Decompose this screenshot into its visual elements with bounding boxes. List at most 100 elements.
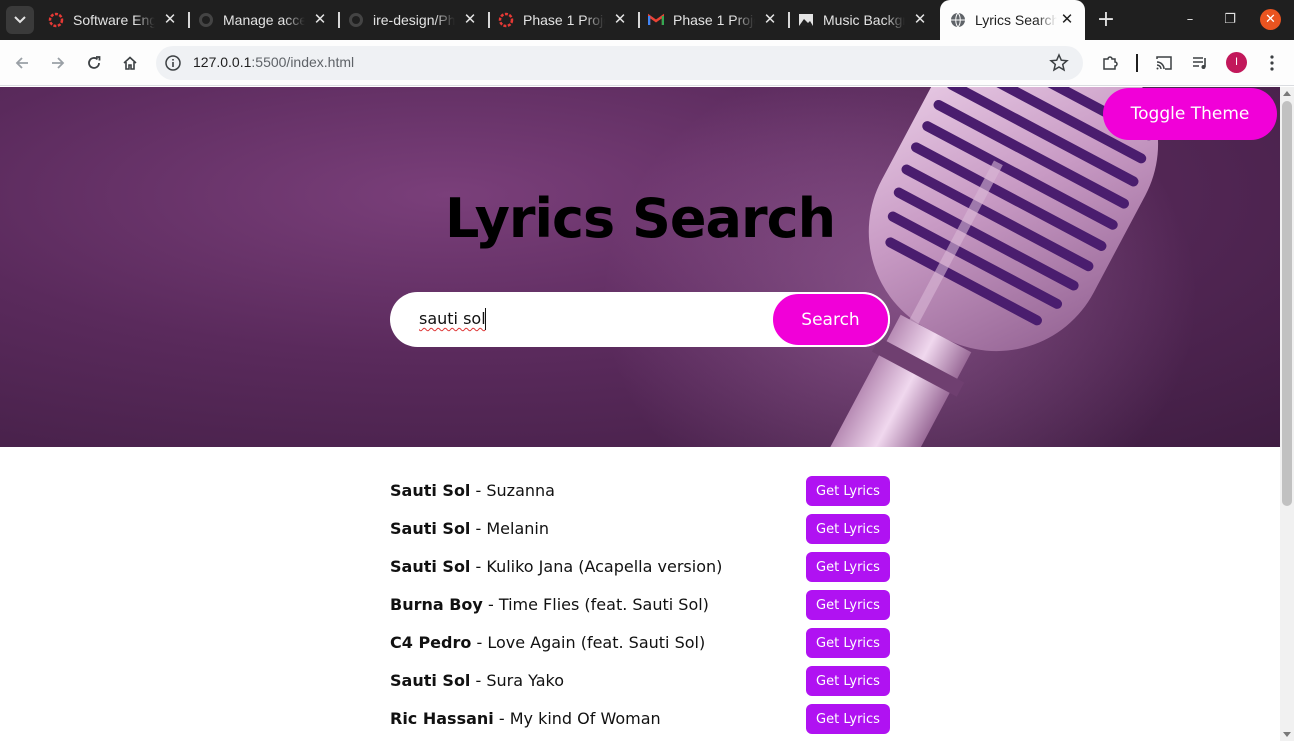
search-input-value: sauti sol xyxy=(419,309,486,328)
hero-banner: Toggle Theme Lyrics Search sauti sol Sea… xyxy=(0,87,1280,447)
result-song-text: C4 Pedro - Love Again (feat. Sauti Sol) xyxy=(390,633,705,652)
get-lyrics-button[interactable]: Get Lyrics xyxy=(806,628,890,658)
tab-separator xyxy=(338,12,340,28)
result-artist: Sauti Sol xyxy=(390,519,471,538)
tab-close-icon[interactable]: ✕ xyxy=(612,12,628,28)
browser-tab[interactable]: Software Engineering ✕ xyxy=(42,0,188,40)
result-song-text: Sauti Sol - Melanin xyxy=(390,519,549,538)
back-icon[interactable] xyxy=(10,51,34,75)
result-song-title: Suzanna xyxy=(486,481,555,500)
new-tab-button[interactable]: + xyxy=(1094,8,1118,32)
tab-close-icon[interactable]: ✕ xyxy=(912,12,928,28)
tab-close-icon[interactable]: ✕ xyxy=(462,12,478,28)
gmail-icon xyxy=(648,12,664,28)
tab-close-icon[interactable]: ✕ xyxy=(762,12,778,28)
get-lyrics-button[interactable]: Get Lyrics xyxy=(806,476,890,506)
result-separator: - xyxy=(470,519,487,538)
image-icon xyxy=(798,12,814,28)
search-form: sauti sol Search xyxy=(390,292,890,347)
result-song-title: My kind Of Woman xyxy=(509,709,661,728)
result-item: Sauti Sol - Sura Yako Get Lyrics xyxy=(390,666,890,704)
red-ring-icon xyxy=(498,12,514,28)
browser-toolbar: 127.0.0.1:5500/index.html I xyxy=(0,40,1294,86)
tab-title: ire-design/Phase xyxy=(373,12,455,28)
result-song-title: Sura Yako xyxy=(486,671,564,690)
browser-tab[interactable]: ire-design/Phase ✕ xyxy=(342,0,488,40)
tab-close-icon[interactable]: ✕ xyxy=(1059,12,1075,28)
tab-separator xyxy=(788,12,790,28)
tab-search-button[interactable] xyxy=(6,6,34,34)
result-artist: C4 Pedro xyxy=(390,633,472,652)
result-separator: - xyxy=(470,557,487,576)
result-separator: - xyxy=(471,633,488,652)
browser-tab[interactable]: Phase 1 Project ✕ xyxy=(642,0,788,40)
red-ring-icon xyxy=(48,12,64,28)
tab-title: Phase 1 Project xyxy=(673,12,755,28)
cast-icon[interactable] xyxy=(1152,51,1176,75)
search-button[interactable]: Search xyxy=(771,292,890,347)
result-song-title: Time Flies (feat. Sauti Sol) xyxy=(498,595,709,614)
page-title: Lyrics Search xyxy=(444,187,836,250)
github-icon xyxy=(198,12,214,28)
tab-separator xyxy=(488,12,490,28)
tab-close-icon[interactable]: ✕ xyxy=(162,12,178,28)
result-song-title: Kuliko Jana (Acapella version) xyxy=(486,557,723,576)
toolbar-divider xyxy=(1136,54,1138,72)
profile-avatar[interactable]: I xyxy=(1226,52,1247,73)
scroll-down-arrow-icon[interactable] xyxy=(1283,732,1291,737)
home-icon[interactable] xyxy=(118,51,142,75)
github-icon xyxy=(348,12,364,28)
menu-kebab-icon[interactable] xyxy=(1260,51,1284,75)
get-lyrics-button[interactable]: Get Lyrics xyxy=(806,704,890,734)
address-bar[interactable]: 127.0.0.1:5500/index.html xyxy=(156,46,1083,80)
page-scrollbar[interactable] xyxy=(1280,87,1294,741)
forward-icon[interactable] xyxy=(46,51,70,75)
tab-title: Manage access xyxy=(223,12,305,28)
result-song-text: Sauti Sol - Kuliko Jana (Acapella versio… xyxy=(390,557,722,576)
result-song-text: Sauti Sol - Suzanna xyxy=(390,481,555,500)
tab-close-icon[interactable]: ✕ xyxy=(312,12,328,28)
result-separator: - xyxy=(493,709,510,728)
site-info-icon[interactable] xyxy=(164,54,182,72)
result-song-text: Burna Boy - Time Flies (feat. Sauti Sol) xyxy=(390,595,709,614)
maximize-button[interactable]: ❐ xyxy=(1218,8,1242,32)
globe-icon xyxy=(950,12,966,28)
extensions-icon[interactable] xyxy=(1098,51,1122,75)
chevron-down-icon xyxy=(14,16,26,24)
browser-tab[interactable]: Lyrics Search ✕ xyxy=(940,0,1085,40)
microphone-image xyxy=(806,87,1159,447)
tab-title: Lyrics Search xyxy=(975,12,1057,28)
result-item: Burna Boy - Time Flies (feat. Sauti Sol)… xyxy=(390,590,890,628)
toggle-theme-button[interactable]: Toggle Theme xyxy=(1103,88,1277,140)
result-separator: - xyxy=(470,671,487,690)
window-close-button[interactable]: ✕ xyxy=(1260,9,1281,30)
result-item: Sauti Sol - Kuliko Jana (Acapella versio… xyxy=(390,552,890,590)
result-artist: Sauti Sol xyxy=(390,481,471,500)
result-artist: Burna Boy xyxy=(390,595,483,614)
tab-title: Music Background xyxy=(823,12,905,28)
browser-tab-strip: Software Engineering✕Manage access✕ire-d… xyxy=(0,0,1294,40)
browser-tab[interactable]: Manage access ✕ xyxy=(192,0,338,40)
result-artist: Sauti Sol xyxy=(390,671,471,690)
result-item: Sauti Sol - Melanin Get Lyrics xyxy=(390,514,890,552)
scroll-up-arrow-icon[interactable] xyxy=(1283,91,1291,96)
get-lyrics-button[interactable]: Get Lyrics xyxy=(806,666,890,696)
get-lyrics-button[interactable]: Get Lyrics xyxy=(806,590,890,620)
bookmark-star-icon[interactable] xyxy=(1049,53,1069,73)
result-artist: Ric Hassani xyxy=(390,709,494,728)
result-song-text: Ric Hassani - My kind Of Woman xyxy=(390,709,661,728)
tab-title: Phase 1 Project xyxy=(523,12,605,28)
text-caret xyxy=(485,308,486,330)
tab-separator xyxy=(638,12,640,28)
result-song-title: Love Again (feat. Sauti Sol) xyxy=(487,633,706,652)
browser-tab[interactable]: Phase 1 Project ✕ xyxy=(492,0,638,40)
minimize-button[interactable]: – xyxy=(1178,8,1202,32)
browser-tab[interactable]: Music Background ✕ xyxy=(792,0,938,40)
get-lyrics-button[interactable]: Get Lyrics xyxy=(806,552,890,582)
scrollbar-thumb[interactable] xyxy=(1282,101,1292,506)
get-lyrics-button[interactable]: Get Lyrics xyxy=(806,514,890,544)
media-control-icon[interactable] xyxy=(1188,51,1212,75)
reload-icon[interactable] xyxy=(82,51,106,75)
page-viewport: Toggle Theme Lyrics Search sauti sol Sea… xyxy=(0,87,1280,741)
result-item: C4 Pedro - Love Again (feat. Sauti Sol) G… xyxy=(390,628,890,666)
